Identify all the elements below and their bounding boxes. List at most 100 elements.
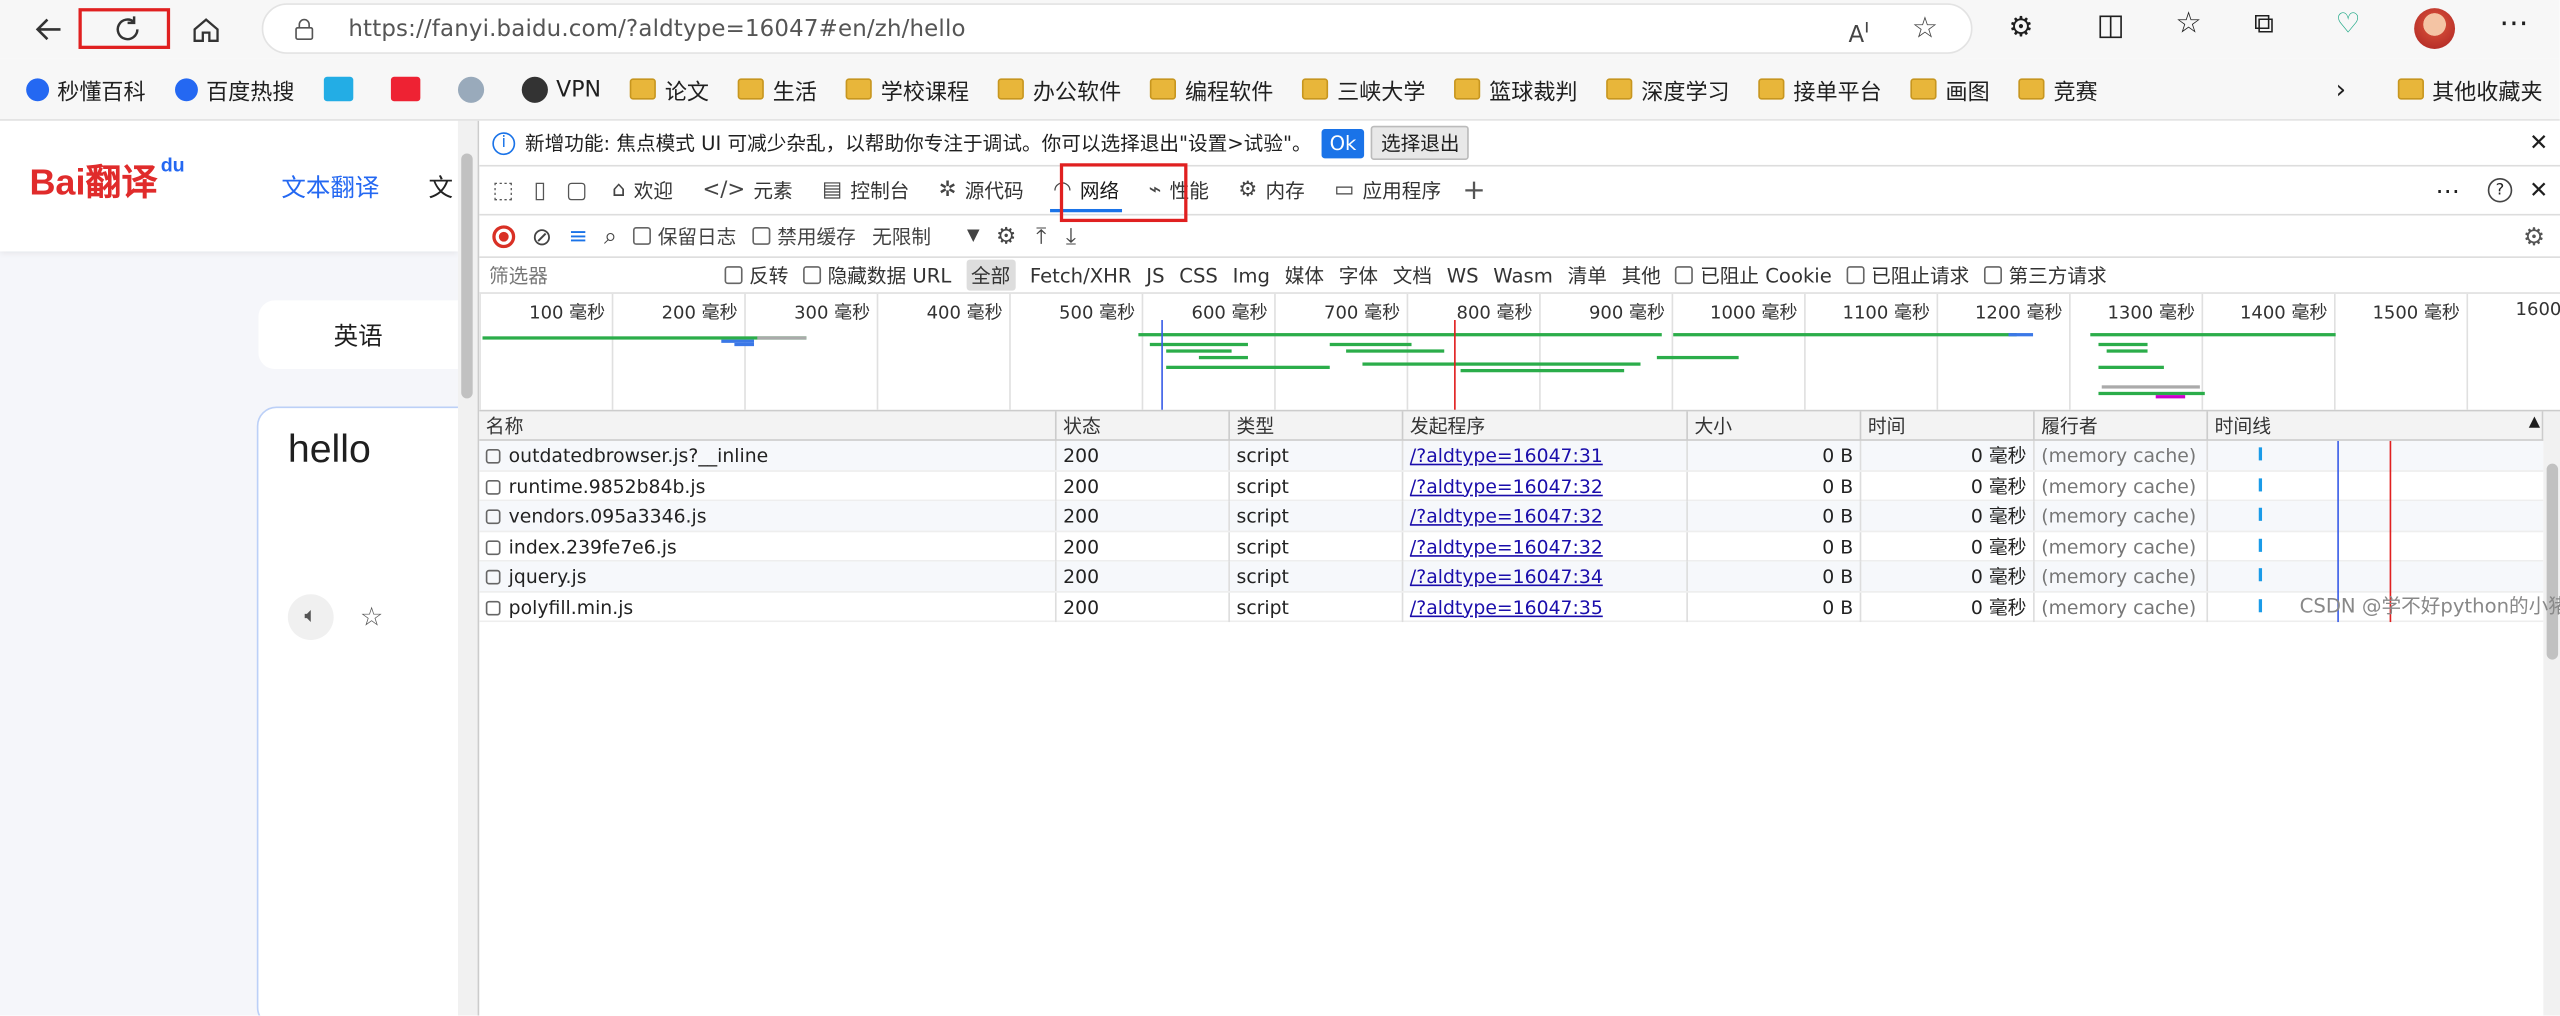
bookmark-item[interactable] [323,76,362,102]
bookmark-folder[interactable]: 竞赛 [2019,73,2098,105]
chevron-right-icon[interactable]: › [2336,73,2346,104]
baidu-translate-logo[interactable]: Bai翻译 du [29,153,184,205]
close-devtools-icon[interactable]: ✕ [2529,177,2548,203]
tab-elements[interactable]: </> 元素 [688,166,808,215]
clear-icon[interactable]: ⊘ [532,221,553,250]
settings-gear-icon[interactable]: ⚙ [2523,221,2545,250]
back-button[interactable] [23,3,75,55]
table-row[interactable]: outdatedbrowser.js?__inline 200 script /… [479,440,2544,472]
tab-welcome[interactable]: ⌂ 欢迎 [597,166,687,215]
filter-type[interactable]: 清单 [1568,261,1607,289]
bookmark-folder[interactable]: 学校课程 [846,73,969,105]
extensions-icon[interactable]: ⚙ [2009,11,2034,44]
page-scrollbar[interactable] [457,120,478,1016]
filter-type[interactable]: WS [1447,264,1479,287]
address-bar[interactable]: https://fanyi.baidu.com/?aldtype=16047#e… [261,3,1973,54]
cell-initiator-link[interactable]: /?aldtype=16047:35 [1403,591,1688,622]
scrollbar-thumb[interactable] [2546,463,2559,660]
checkbox[interactable] [1675,266,1694,285]
filter-type[interactable]: Wasm [1493,264,1553,287]
cell-initiator-link[interactable]: /?aldtype=16047:32 [1403,531,1688,561]
bookmark-item[interactable] [390,76,429,102]
checkbox[interactable] [1983,266,2002,285]
bookmark-item[interactable]: 百度热搜 [175,73,294,105]
bookmark-item[interactable] [457,75,492,103]
column-type[interactable]: 类型 [1230,411,1404,441]
bookmark-item[interactable]: 秒懂百科 [26,73,146,105]
filter-input[interactable]: 筛选器 [479,261,724,289]
help-icon[interactable]: ? [2487,177,2513,203]
third-party-toggle[interactable]: 第三方请求 [1983,261,2107,289]
column-name[interactable]: 名称 [479,411,1057,441]
search-icon[interactable]: ⌕ [604,223,617,249]
dock-icon[interactable]: ▢ [566,177,588,203]
table-row[interactable]: polyfill.min.js 200 script /?aldtype=160… [479,591,2544,623]
blocked-requests-toggle[interactable]: 已阻止请求 [1846,261,1969,289]
bookmark-folder[interactable]: 深度学习 [1606,73,1730,105]
cell-initiator-link[interactable]: /?aldtype=16047:34 [1403,561,1688,592]
star-icon[interactable]: ☆ [360,594,383,640]
avatar[interactable] [2414,8,2456,49]
checkbox[interactable] [752,226,771,245]
infobar-exit-button[interactable]: 选择退出 [1371,125,1470,161]
bookmark-folder[interactable]: 编程软件 [1150,73,1273,105]
close-icon[interactable]: ✕ [2529,130,2548,156]
input-card[interactable]: hello 🔈︎ ☆ [256,406,458,1016]
column-status[interactable]: 状态 [1057,411,1230,441]
filter-type[interactable]: Img [1233,264,1270,287]
table-row[interactable]: jquery.js 200 script /?aldtype=16047:34 … [479,561,2544,592]
bookmark-folder[interactable]: 办公软件 [998,73,1121,105]
throttling-select[interactable]: 无限制 ▼ [872,222,979,250]
checkbox[interactable] [1846,266,1865,285]
table-row[interactable]: vendors.095a3346.js 200 script /?aldtype… [479,501,2544,532]
inspect-icon[interactable]: ⬚ [492,177,514,203]
network-overview[interactable]: 100 毫秒 200 毫秒 300 毫秒 400 毫秒 500 毫秒 600 毫… [479,293,2560,412]
bookmark-folder[interactable]: 篮球裁判 [1454,73,1578,105]
favorite-star-icon[interactable]: ☆ [1912,11,1938,45]
blocked-cookies-toggle[interactable]: 已阻止 Cookie [1675,261,1832,289]
disable-cache-toggle[interactable]: 禁用缓存 [752,222,856,250]
bookmark-folder[interactable]: 接单平台 [1759,73,1882,105]
filter-type[interactable]: JS [1146,264,1164,287]
filter-type[interactable]: Fetch/XHR [1030,264,1132,287]
more-tools-icon[interactable]: ⋯ [2435,176,2460,205]
tab-application[interactable]: ▭ 应用程序 [1320,166,1456,215]
collections-icon[interactable]: ⧉ [2254,8,2274,41]
bookmark-folder[interactable]: 画图 [1911,73,1990,105]
table-row[interactable]: runtime.9852b84b.js 200 script /?aldtype… [479,471,2544,502]
input-text[interactable]: hello [288,428,371,474]
split-screen-icon[interactable]: ◫ [2097,8,2125,42]
devtools-scrollbar[interactable] [2543,411,2560,1016]
column-initiator[interactable]: 发起程序 [1403,411,1688,441]
source-language-selector[interactable]: 英语 [258,300,458,369]
speaker-icon[interactable]: 🔈︎ [287,594,334,641]
cell-initiator-link[interactable]: /?aldtype=16047:32 [1403,501,1688,531]
filter-icon[interactable]: ≡ [568,223,587,249]
filter-type-all[interactable]: 全部 [966,259,1016,291]
upload-icon[interactable]: ⤒ [1036,223,1046,249]
invert-toggle[interactable]: 反转 [724,261,788,289]
filter-type[interactable]: 文档 [1393,261,1432,289]
network-conditions-icon[interactable]: ⚙ [996,223,1017,249]
add-tab-icon[interactable]: + [1462,174,1485,207]
cell-initiator-link[interactable]: /?aldtype=16047:31 [1403,440,1688,471]
tab-sources[interactable]: ✲ 源代码 [924,166,1038,215]
nav-doc-translate[interactable]: 文 [429,170,454,204]
filter-type[interactable]: 字体 [1339,261,1378,289]
favorites-icon[interactable]: ☆ [2175,7,2201,41]
bookmark-folder[interactable]: 生活 [738,73,817,105]
column-waterfall[interactable]: 时间线 [2208,411,2544,441]
preserve-log-toggle[interactable]: 保留日志 [633,222,736,250]
home-button[interactable] [180,3,232,55]
bookmark-folder[interactable]: 三峡大学 [1302,73,1425,105]
device-toolbar-icon[interactable]: ▯ [534,177,547,203]
checkbox[interactable] [803,266,822,285]
more-menu-icon[interactable]: ⋯ [2499,7,2530,41]
checkbox[interactable] [724,266,743,285]
bookmark-folder[interactable]: 论文 [630,73,709,105]
hide-data-urls-toggle[interactable]: 隐藏数据 URL [803,261,951,289]
bookmark-item[interactable]: VPN [521,75,601,103]
health-icon[interactable]: ♡ [2336,8,2361,41]
nav-text-translate[interactable]: 文本翻译 [281,170,379,204]
record-icon[interactable] [492,224,516,248]
